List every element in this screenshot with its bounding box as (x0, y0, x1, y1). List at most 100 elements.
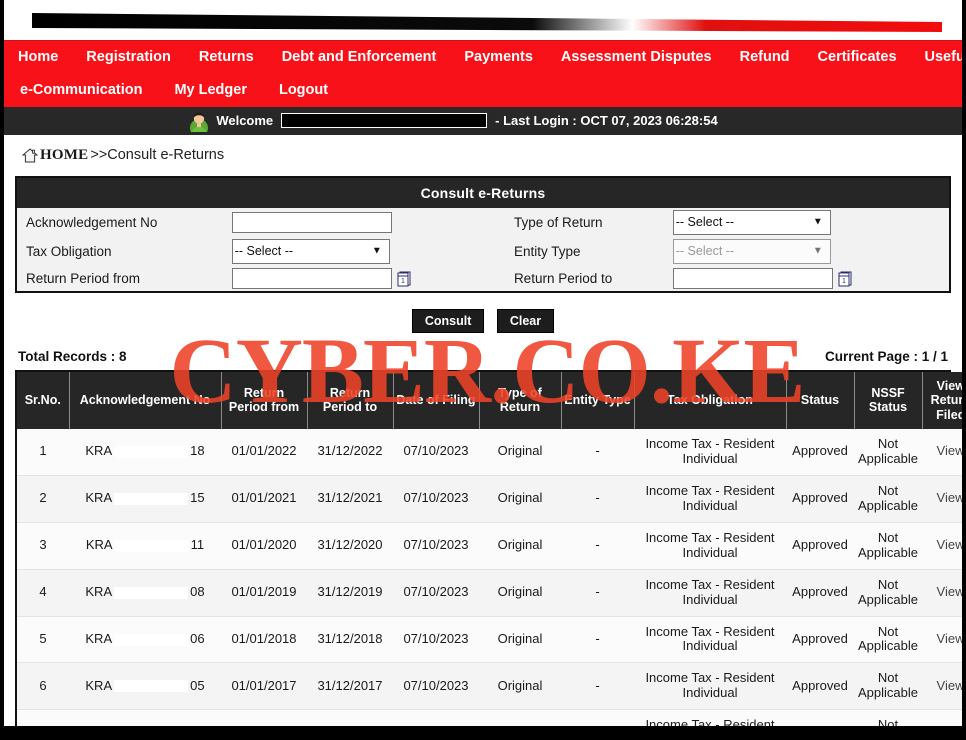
cell-return-period-from: 01/01/2016 (221, 709, 307, 726)
breadcrumb: HOME >>Consult e-Returns (4, 135, 962, 174)
cell-type-of-return: Original (479, 429, 561, 476)
return-period-to-cell: 1 (668, 265, 949, 291)
nav-payments[interactable]: Payments (450, 41, 547, 74)
cell-tax-obligation: Income Tax - Resident Individual (634, 616, 786, 664)
cell-acknowledgement-no: KRA 18 (69, 429, 221, 476)
ack-prefix: KRA (85, 443, 113, 459)
cell-nssf-status: Not Applicable (854, 616, 922, 664)
return-period-from-input[interactable] (231, 267, 392, 289)
banner-swoosh-graphic (32, 13, 942, 32)
calendar-icon[interactable]: 1 (396, 270, 411, 287)
cell-entity-type: - (561, 475, 634, 523)
ack-no-cell (227, 207, 508, 237)
table-row: 3 KRA 11 01/01/2020 31/12/2020 07/10/2023 Orig… (17, 522, 962, 570)
view-return-link[interactable]: View (937, 678, 962, 693)
entity-type-select[interactable]: -- Select -- (672, 238, 831, 264)
column-header: Status (786, 371, 855, 429)
records-summary: Total Records : 8 Current Page : 1 / 1 (4, 345, 962, 370)
cell-return-period-to: 31/12/2016 (307, 709, 393, 726)
cell-type-of-return: Original (479, 662, 561, 711)
cell-status: Approved (786, 616, 854, 664)
cell-type-of-return: Original (479, 475, 561, 523)
cell-nssf-status: Not Applicable (854, 709, 922, 726)
table-row: 2 KRA 15 01/01/2021 31/12/2021 07/10/2023 Orig… (17, 475, 962, 523)
type-of-return-select[interactable]: -- Select -- (672, 209, 831, 235)
ack-prefix: KRA (85, 537, 113, 553)
svg-text:1: 1 (842, 278, 846, 285)
cell-date-of-filing: 07/10/2023 (393, 662, 479, 711)
consult-form-panel: Consult e-Returns Acknowledgement No Typ… (15, 175, 951, 293)
cell-sr-no: 7 (17, 709, 69, 726)
return-period-from-label: Return Period from (17, 265, 228, 291)
nav-useful-links[interactable]: Useful Links (911, 41, 962, 74)
nav-my-ledger[interactable]: My Ledger (158, 74, 263, 107)
cell-acknowledgement-no: KRA 15 (69, 475, 221, 523)
nav-returns[interactable]: Returns (185, 41, 268, 74)
nav-home[interactable]: Home (4, 41, 72, 74)
breadcrumb-current: >>Consult e-Returns (90, 147, 225, 164)
table-row: 5 KRA 06 01/01/2018 31/12/2018 07/10/2023 Orig… (17, 616, 962, 664)
cell-date-of-filing: 07/10/2023 (393, 569, 479, 617)
redacted-ack-segment (114, 539, 189, 552)
form-row-1: Acknowledgement No Type of Return -- Sel… (17, 207, 949, 237)
entity-type-selectwrap: -- Select -- ▼ (672, 238, 831, 264)
results-table-wrapper: Sr.No. Acknowledgement No Return Period fr… (15, 369, 962, 726)
cell-date-of-filing: 07/10/2023 (393, 475, 479, 523)
results-table: Sr.No. Acknowledgement No Return Period fr… (17, 371, 962, 726)
cell-return-period-to: 31/12/2018 (307, 616, 393, 664)
return-period-to-label: Return Period to (507, 265, 669, 291)
cell-view-return-filed: View (922, 429, 962, 476)
ack-prefix: KRA (85, 630, 113, 646)
table-row: 1 KRA 18 01/01/2022 31/12/2022 07/10/2023 Orig… (17, 429, 962, 476)
view-return-link[interactable]: View (937, 725, 962, 726)
nav-logout[interactable]: Logout (263, 74, 344, 107)
cell-sr-no: 1 (17, 429, 69, 476)
cell-entity-type: - (561, 429, 634, 476)
view-return-link[interactable]: View (937, 443, 962, 458)
nav-assessment-disputes[interactable]: Assessment Disputes (547, 41, 726, 74)
cell-acknowledgement-no: KRA 06 (69, 616, 221, 664)
cell-return-period-from: 01/01/2020 (221, 522, 307, 570)
nav-refund[interactable]: Refund (726, 41, 804, 74)
last-login-text: - Last Login : OCT 07, 2023 06:28:54 (495, 113, 718, 129)
tax-obligation-select[interactable]: -- Select -- (231, 238, 390, 264)
cell-sr-no: 5 (17, 616, 69, 664)
return-period-to-input[interactable] (672, 267, 833, 289)
cell-acknowledgement-no: KRA 99 (69, 709, 221, 726)
cell-date-of-filing: 07/10/2023 (393, 709, 479, 726)
view-return-link[interactable]: View (937, 490, 962, 505)
cell-status: Approved (786, 662, 854, 711)
nav-certificates[interactable]: Certificates (804, 41, 911, 74)
home-icon[interactable] (21, 148, 39, 163)
cell-nssf-status: Not Applicable (854, 662, 922, 711)
consult-button[interactable]: Consult (411, 308, 485, 333)
tax-obligation-selectwrap: -- Select -- ▼ (231, 238, 390, 264)
cell-acknowledgement-no: KRA 08 (69, 569, 221, 617)
breadcrumb-home-label[interactable]: HOME (40, 147, 88, 164)
cell-tax-obligation: Income Tax - Resident Individual (634, 569, 786, 617)
acknowledgement-no-input[interactable] (231, 211, 392, 233)
view-return-link[interactable]: View (937, 631, 962, 646)
cell-return-period-to: 31/12/2020 (307, 522, 393, 570)
nav-row-primary: Home Registration Returns Debt and Enforcem… (4, 41, 962, 74)
cell-status: Approved (786, 522, 854, 570)
calendar-icon[interactable]: 1 (837, 270, 852, 287)
nav-e-communication[interactable]: e-Communication (4, 74, 158, 107)
redacted-ack-segment (114, 446, 189, 459)
view-return-link[interactable]: View (937, 537, 962, 552)
cell-return-period-from: 01/01/2022 (221, 429, 307, 476)
redacted-ack-segment (114, 680, 189, 693)
redacted-ack-segment (114, 633, 189, 646)
ack-prefix: KRA (85, 584, 113, 600)
view-return-link[interactable]: View (937, 584, 962, 599)
clear-button[interactable]: Clear (496, 308, 555, 333)
cell-nssf-status: Not Applicable (854, 429, 922, 476)
cell-date-of-filing: 07/10/2023 (393, 522, 479, 570)
nav-debt-and-enforcement[interactable]: Debt and Enforcement (268, 41, 451, 74)
type-of-return-cell: -- Select -- ▼ (668, 207, 949, 237)
column-header: Return Period from (221, 371, 308, 429)
nav-registration[interactable]: Registration (72, 41, 185, 74)
cell-return-period-from: 01/01/2019 (221, 569, 307, 617)
cell-date-of-filing: 07/10/2023 (393, 429, 479, 476)
cell-nssf-status: Not Applicable (854, 475, 922, 523)
